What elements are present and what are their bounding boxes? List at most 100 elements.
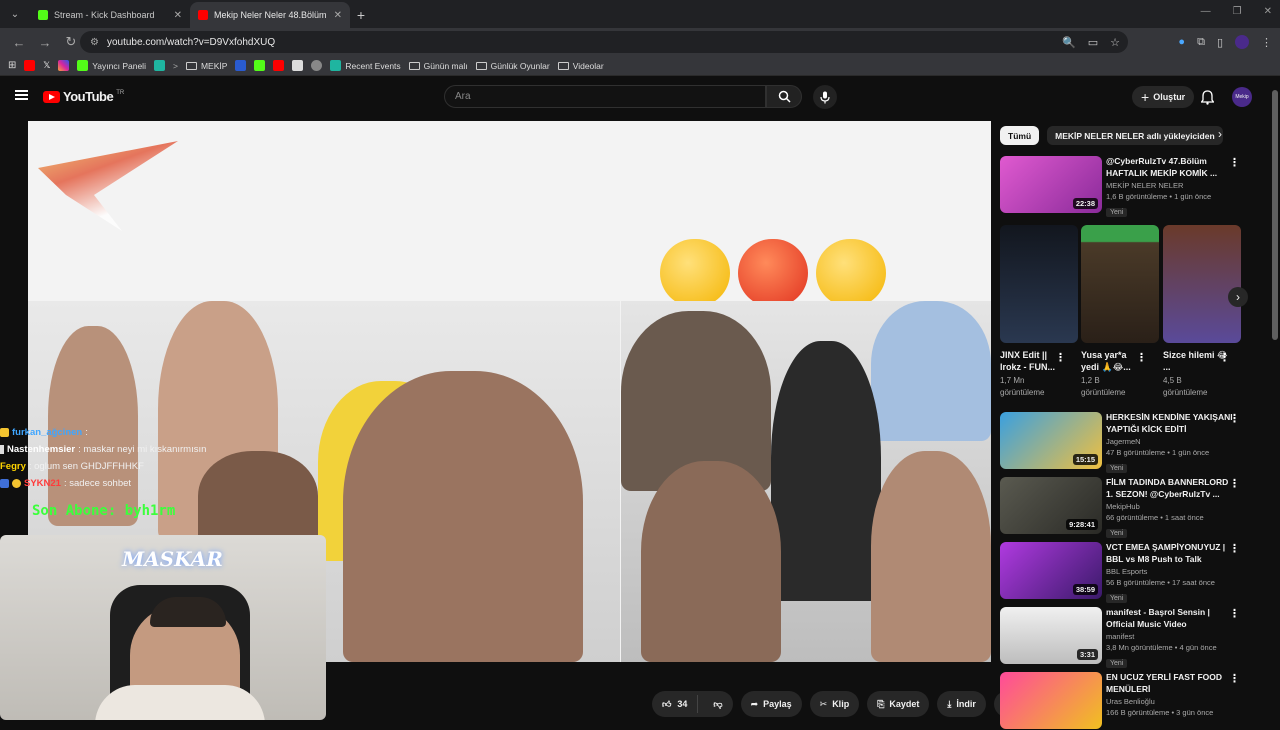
back-icon[interactable]: ← — [8, 31, 30, 53]
video-item[interactable]: 38:59 VCT EMEA ŞAMPİYONUYUZ | BBL vs M8 … — [1000, 542, 1250, 603]
bookmark-item[interactable] — [153, 60, 165, 71]
puzzle-icon[interactable]: ⧉ — [1197, 36, 1205, 49]
bookmark-item[interactable] — [292, 60, 304, 71]
chevron-right-icon[interactable]: › — [1218, 127, 1222, 141]
more-vertical-icon[interactable]: ⋮ — [1229, 156, 1240, 169]
maximize-icon[interactable]: ❐ — [1233, 6, 1242, 17]
bookmark-item[interactable] — [311, 60, 323, 71]
bookmark-youtube[interactable] — [24, 60, 36, 71]
bookmark-item[interactable] — [254, 60, 266, 71]
forward-icon[interactable]: → — [34, 31, 56, 53]
video-title[interactable]: VCT EMEA ŞAMPİYONUYUZ | BBL vs M8 Push t… — [1106, 542, 1234, 565]
voice-search-button[interactable] — [813, 85, 837, 109]
extension-icon[interactable]: ● — [1178, 36, 1185, 48]
new-tab-button[interactable]: + — [350, 4, 372, 26]
tab-youtube-video[interactable]: Mekip Neler Neler 48.Bölüm Ki ✕ — [190, 2, 350, 28]
video-channel[interactable]: MekipHub — [1106, 502, 1234, 511]
video-item[interactable]: EN UCUZ YERLİ FAST FOOD MENÜLERİ Uras Be… — [1000, 672, 1250, 730]
share-button[interactable]: ➦ Paylaş — [740, 691, 802, 717]
video-thumbnail[interactable]: 15:15 — [1000, 412, 1102, 469]
bookmark-x[interactable]: 𝕏 — [43, 60, 50, 71]
more-vertical-icon[interactable]: ⋮ — [1136, 351, 1147, 364]
bookmark-star-icon[interactable]: ☆ — [1110, 36, 1120, 49]
bookmark-instagram[interactable] — [58, 60, 70, 71]
site-info-icon[interactable]: ⚙ — [90, 37, 99, 48]
more-vertical-icon[interactable]: ⋮ — [1229, 477, 1240, 490]
video-title[interactable]: manifest - Başrol Sensin | Official Musi… — [1106, 607, 1234, 630]
video-item[interactable]: 15:15 HERKESİN KENDİNE YAKIŞANI YAPTIĞI … — [1000, 412, 1250, 473]
bookmark-folder-gunluk-oyunlar[interactable]: Günlük Oyunlar — [475, 61, 550, 71]
video-title[interactable]: @CyberRulzTv 47.Bölüm HAFTALIK MEKİP KOM… — [1106, 156, 1234, 179]
video-item[interactable]: 22:38 @CyberRulzTv 47.Bölüm HAFTALIK MEK… — [1000, 156, 1250, 217]
bookmark-folder-gunun-mali[interactable]: Günün malı — [408, 61, 468, 71]
video-thumbnail[interactable]: 22:38 — [1000, 156, 1102, 213]
search-input[interactable]: Ara — [444, 85, 766, 108]
bookmark-yayinci-paneli[interactable]: Yayıncı Paneli — [77, 60, 146, 71]
video-thumbnail[interactable]: 3:31 — [1000, 607, 1102, 664]
video-info: EN UCUZ YERLİ FAST FOOD MENÜLERİ Uras Be… — [1106, 672, 1234, 717]
short-thumbnail[interactable] — [1081, 225, 1159, 343]
badge-icon — [0, 479, 9, 488]
video-title[interactable]: HERKESİN KENDİNE YAKIŞANI YAPTIĞI KİCK E… — [1106, 412, 1234, 435]
more-vertical-icon[interactable]: ⋮ — [1219, 351, 1230, 364]
tab-close-icon[interactable]: ✕ — [334, 10, 342, 21]
youtube-logo[interactable]: YouTube TR — [43, 89, 124, 104]
menu-icon[interactable]: ⋮ — [1261, 36, 1272, 49]
create-button[interactable]: + Oluştur — [1132, 86, 1195, 108]
save-button[interactable]: ⎘ Kaydet — [867, 691, 930, 717]
hamburger-menu-icon[interactable] — [15, 90, 28, 100]
video-thumbnail[interactable]: 9:28:41 — [1000, 477, 1102, 534]
sidepanel-icon[interactable]: ▯ — [1217, 36, 1223, 49]
video-title[interactable]: EN UCUZ YERLİ FAST FOOD MENÜLERİ — [1106, 672, 1234, 695]
bookmark-recent-events[interactable]: Recent Events — [330, 60, 401, 71]
tab-search-chevron-icon[interactable]: ⌄ — [4, 3, 26, 25]
account-avatar[interactable]: Mekip — [1232, 87, 1252, 107]
webcam-overlay: MASKAR — [0, 535, 326, 720]
more-vertical-icon[interactable]: ⋮ — [1229, 607, 1240, 620]
video-channel[interactable]: manifest — [1106, 632, 1234, 641]
save-label: Kaydet — [889, 699, 920, 709]
video-item[interactable]: 9:28:41 FİLM TADINDA BANNERLORD 1. SEZON… — [1000, 477, 1250, 538]
tab-close-icon[interactable]: ✕ — [174, 10, 182, 21]
video-meta: 47 B görüntüleme • 1 gün önce — [1106, 448, 1210, 457]
minimize-icon[interactable]: — — [1201, 6, 1211, 17]
close-window-icon[interactable]: ✕ — [1264, 6, 1272, 17]
video-channel[interactable]: JagermeN — [1106, 437, 1234, 446]
more-vertical-icon[interactable]: ⋮ — [1229, 672, 1240, 685]
video-channel[interactable]: MEKİP NELER NELER — [1106, 181, 1234, 190]
chip-from-uploader[interactable]: MEKİP NELER NELER adlı yükleyiciden — [1047, 126, 1223, 145]
address-bar[interactable]: ⚙ youtube.com/watch?v=D9VxfohdXUQ — [80, 31, 1128, 53]
page-scrollbar[interactable] — [1272, 90, 1278, 340]
zoom-icon[interactable]: 🔍 — [1062, 36, 1076, 49]
video-meta: 66 görüntüleme • 1 saat önce — [1106, 513, 1204, 522]
search-button[interactable] — [766, 85, 802, 108]
like-button[interactable]: 👍︎ 34 — [652, 695, 699, 713]
bookmark-folder-mekip[interactable]: MEKİP — [185, 61, 227, 71]
video-channel[interactable]: Uras Benlioğlu — [1106, 697, 1234, 706]
bookmark-item[interactable] — [273, 60, 285, 71]
short-thumbnail[interactable] — [1000, 225, 1078, 343]
apps-grid-icon[interactable]: ⊞ — [8, 60, 16, 71]
more-vertical-icon[interactable]: ⋮ — [1055, 351, 1066, 364]
video-item[interactable]: 3:31 manifest - Başrol Sensin | Official… — [1000, 607, 1250, 668]
chip-all[interactable]: Tümü — [1000, 126, 1040, 145]
profile-icon[interactable] — [1235, 35, 1249, 49]
more-vertical-icon[interactable]: ⋮ — [1229, 542, 1240, 555]
bookmark-folder-videolar[interactable]: Videolar — [557, 61, 604, 71]
bookmark-item[interactable]: > — [173, 61, 178, 71]
tab-kick-dashboard[interactable]: Stream - Kick Dashboard ✕ — [30, 2, 190, 28]
shorts-next-button[interactable]: › — [1228, 287, 1248, 307]
clip-button[interactable]: ✂ Klip — [809, 691, 860, 717]
video-title[interactable]: FİLM TADINDA BANNERLORD 1. SEZON! @Cyber… — [1106, 477, 1234, 500]
reload-icon[interactable]: ↻ — [60, 31, 82, 53]
video-thumbnail[interactable]: 38:59 — [1000, 542, 1102, 599]
bookmark-item[interactable] — [235, 60, 247, 71]
dislike-button[interactable]: 👎︎ — [703, 699, 732, 710]
short-thumbnail[interactable] — [1163, 225, 1241, 343]
cast-icon[interactable]: ▭ — [1088, 36, 1098, 49]
video-channel[interactable]: BBL Esports — [1106, 567, 1234, 576]
more-vertical-icon[interactable]: ⋮ — [1229, 412, 1240, 425]
video-thumbnail[interactable] — [1000, 672, 1102, 729]
notifications-button[interactable] — [1198, 88, 1216, 106]
download-button[interactable]: ⤓ İndir — [937, 691, 986, 717]
